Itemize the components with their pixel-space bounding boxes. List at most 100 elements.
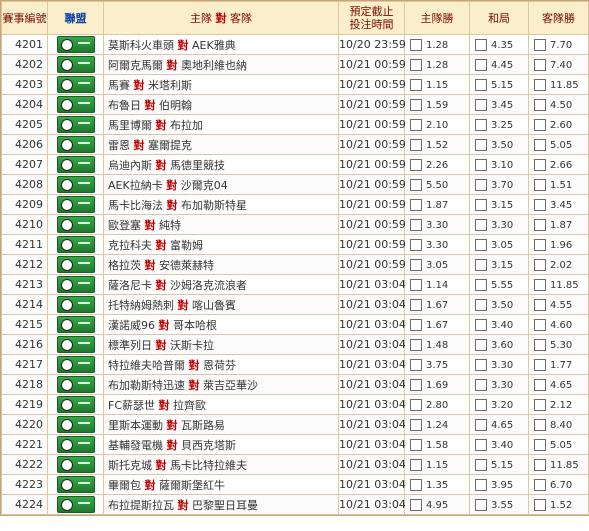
league-cell[interactable] — [47, 94, 104, 115]
away-win-cell[interactable]: 4.65 — [528, 374, 589, 395]
home-win-cell[interactable]: 1.59 — [404, 94, 470, 115]
soccer-league-icon[interactable] — [56, 256, 95, 273]
soccer-league-icon[interactable] — [56, 276, 95, 293]
league-cell[interactable] — [47, 314, 104, 335]
away-win-checkbox[interactable] — [534, 98, 546, 111]
league-cell[interactable] — [47, 394, 104, 415]
away-win-cell[interactable]: 8.40 — [528, 414, 589, 435]
home-win-cell[interactable]: 3.30 — [404, 234, 470, 255]
draw-checkbox[interactable] — [475, 278, 487, 291]
league-cell[interactable] — [47, 194, 104, 215]
draw-cell[interactable]: 3.05 — [469, 234, 529, 255]
away-win-checkbox[interactable] — [534, 378, 546, 391]
home-win-checkbox[interactable] — [410, 458, 422, 471]
home-win-cell[interactable]: 3.30 — [404, 214, 470, 235]
home-win-cell[interactable]: 1.14 — [404, 274, 470, 295]
league-cell[interactable] — [47, 274, 104, 295]
draw-cell[interactable]: 4.45 — [469, 54, 529, 75]
draw-cell[interactable]: 3.40 — [469, 434, 529, 455]
away-win-cell[interactable]: 2.12 — [528, 394, 589, 415]
away-win-checkbox[interactable] — [534, 458, 546, 471]
league-cell[interactable] — [47, 154, 104, 175]
away-win-cell[interactable]: 5.30 — [528, 334, 589, 355]
home-win-checkbox[interactable] — [410, 198, 422, 211]
home-win-cell[interactable]: 3.05 — [404, 254, 470, 275]
away-win-cell[interactable]: 7.70 — [528, 34, 589, 55]
home-win-checkbox[interactable] — [410, 498, 422, 511]
draw-checkbox[interactable] — [475, 178, 487, 191]
soccer-league-icon[interactable] — [56, 336, 95, 353]
away-win-cell[interactable]: 1.96 — [528, 234, 589, 255]
draw-checkbox[interactable] — [475, 338, 487, 351]
draw-cell[interactable]: 3.30 — [469, 354, 529, 375]
soccer-league-icon[interactable] — [56, 416, 95, 433]
away-win-cell[interactable]: 5.05 — [528, 134, 589, 155]
draw-cell[interactable]: 3.30 — [469, 214, 529, 235]
league-cell[interactable] — [47, 294, 104, 315]
away-win-cell[interactable]: 6.70 — [528, 474, 589, 495]
draw-checkbox[interactable] — [475, 478, 487, 491]
home-win-checkbox[interactable] — [410, 138, 422, 151]
draw-checkbox[interactable] — [475, 398, 487, 411]
home-win-cell[interactable]: 1.15 — [404, 74, 470, 95]
home-win-cell[interactable]: 1.52 — [404, 134, 470, 155]
header-league[interactable]: 聯盟 — [47, 1, 104, 35]
draw-checkbox[interactable] — [475, 238, 487, 251]
league-cell[interactable] — [47, 374, 104, 395]
away-win-checkbox[interactable] — [534, 498, 546, 511]
draw-checkbox[interactable] — [475, 118, 487, 131]
draw-cell[interactable]: 3.60 — [469, 334, 529, 355]
league-cell[interactable] — [47, 234, 104, 255]
away-win-checkbox[interactable] — [534, 238, 546, 251]
away-win-cell[interactable]: 5.05 — [528, 434, 589, 455]
soccer-league-icon[interactable] — [56, 36, 95, 53]
home-win-checkbox[interactable] — [410, 378, 422, 391]
home-win-checkbox[interactable] — [410, 478, 422, 491]
away-win-cell[interactable]: 11.85 — [528, 274, 589, 295]
draw-cell[interactable]: 3.55 — [469, 494, 529, 515]
league-cell[interactable] — [47, 114, 104, 135]
draw-checkbox[interactable] — [475, 378, 487, 391]
soccer-league-icon[interactable] — [56, 136, 95, 153]
away-win-cell[interactable]: 2.60 — [528, 114, 589, 135]
home-win-cell[interactable]: 1.67 — [404, 314, 470, 335]
draw-cell[interactable]: 3.45 — [469, 94, 529, 115]
home-win-checkbox[interactable] — [410, 258, 422, 271]
draw-cell[interactable]: 3.40 — [469, 314, 529, 335]
soccer-league-icon[interactable] — [56, 316, 95, 333]
soccer-league-icon[interactable] — [56, 456, 95, 473]
league-cell[interactable] — [47, 174, 104, 195]
away-win-checkbox[interactable] — [534, 278, 546, 291]
league-cell[interactable] — [47, 334, 104, 355]
home-win-checkbox[interactable] — [410, 338, 422, 351]
league-cell[interactable] — [47, 474, 104, 495]
home-win-cell[interactable]: 1.87 — [404, 194, 470, 215]
draw-cell[interactable]: 3.95 — [469, 474, 529, 495]
soccer-league-icon[interactable] — [56, 396, 95, 413]
league-cell[interactable] — [47, 414, 104, 435]
home-win-checkbox[interactable] — [410, 238, 422, 251]
home-win-cell[interactable]: 4.95 — [404, 494, 470, 515]
away-win-checkbox[interactable] — [534, 178, 546, 191]
soccer-league-icon[interactable] — [56, 196, 95, 213]
draw-cell[interactable]: 3.50 — [469, 294, 529, 315]
away-win-cell[interactable]: 1.77 — [528, 354, 589, 375]
league-cell[interactable] — [47, 494, 104, 515]
soccer-league-icon[interactable] — [56, 356, 95, 373]
away-win-checkbox[interactable] — [534, 58, 546, 71]
soccer-league-icon[interactable] — [56, 76, 95, 93]
draw-cell[interactable]: 3.15 — [469, 194, 529, 215]
draw-checkbox[interactable] — [475, 318, 487, 331]
league-cell[interactable] — [47, 54, 104, 75]
draw-checkbox[interactable] — [475, 438, 487, 451]
league-cell[interactable] — [47, 74, 104, 95]
soccer-league-icon[interactable] — [56, 156, 95, 173]
draw-checkbox[interactable] — [475, 138, 487, 151]
draw-cell[interactable]: 5.55 — [469, 274, 529, 295]
soccer-league-icon[interactable] — [56, 436, 95, 453]
away-win-checkbox[interactable] — [534, 158, 546, 171]
draw-checkbox[interactable] — [475, 198, 487, 211]
home-win-cell[interactable]: 1.67 — [404, 294, 470, 315]
home-win-cell[interactable]: 1.69 — [404, 374, 470, 395]
draw-cell[interactable]: 3.15 — [469, 254, 529, 275]
